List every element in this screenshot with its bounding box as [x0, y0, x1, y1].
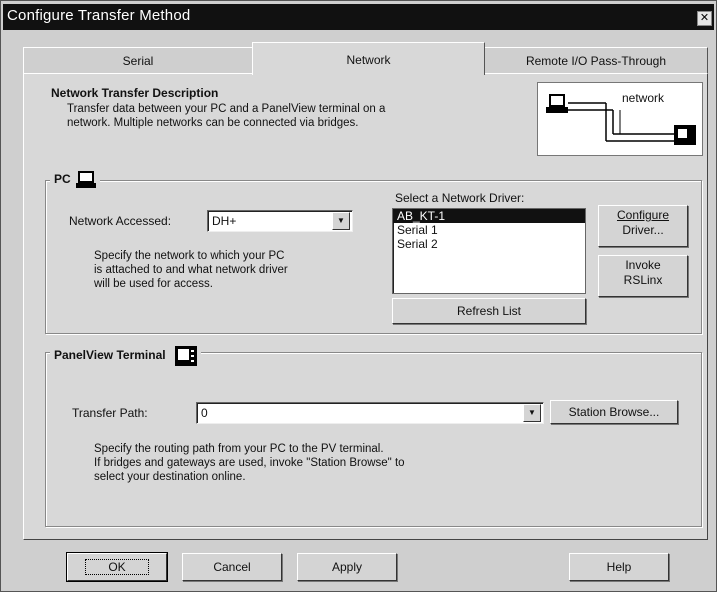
network-diagram: network: [537, 82, 703, 156]
transfer-path-input[interactable]: 0 ▼: [196, 402, 544, 424]
pc-legend-text: PC: [54, 172, 71, 187]
driver-list[interactable]: AB_KT-1 Serial 1 Serial 2: [392, 208, 586, 294]
invoke-rslinx-label-2: RSLinx: [623, 273, 663, 287]
terminal-legend: PanelView Terminal: [50, 346, 201, 366]
transfer-path-label: Transfer Path:: [72, 406, 148, 420]
ok-button[interactable]: OK: [66, 552, 168, 582]
refresh-list-button[interactable]: Refresh List: [392, 298, 586, 324]
dialog-window: Configure Transfer Method ✕ Serial Netwo…: [0, 0, 717, 592]
network-diagram-label: network: [622, 91, 665, 105]
terminal-help-line-2: If bridges and gateways are used, invoke…: [94, 457, 405, 469]
tab-serial[interactable]: Serial: [23, 47, 253, 74]
pc-help-line-1: Specify the network to which your PC: [94, 250, 285, 262]
terminal-group: [45, 352, 702, 527]
configure-driver-button[interactable]: Configure Driver...: [598, 205, 688, 247]
tab-serial-label: Serial: [122, 54, 154, 68]
invoke-rslinx-button[interactable]: Invoke RSLinx: [598, 255, 688, 297]
chevron-down-icon[interactable]: ▼: [332, 212, 350, 230]
title-bar[interactable]: Configure Transfer Method ✕: [3, 4, 714, 30]
network-accessed-value: DH+: [212, 214, 237, 228]
driver-list-item[interactable]: Serial 1: [393, 223, 585, 237]
tab-network-label: Network: [346, 53, 391, 67]
ok-button-label: OK: [85, 559, 149, 575]
driver-list-item[interactable]: AB_KT-1: [393, 209, 585, 223]
pc-legend: PC: [50, 171, 101, 189]
tab-network[interactable]: Network: [252, 42, 485, 75]
pc-help-line-3: will be used for access.: [94, 278, 213, 290]
configure-driver-label-1: Configure: [616, 208, 670, 222]
tab-remote-io[interactable]: Remote I/O Pass-Through: [484, 47, 708, 74]
invoke-rslinx-label-1: Invoke: [625, 258, 661, 272]
panelview-terminal-icon: [174, 346, 197, 366]
cancel-button[interactable]: Cancel: [182, 553, 282, 581]
tab-remote-io-label: Remote I/O Pass-Through: [525, 54, 667, 68]
terminal-legend-text: PanelView Terminal: [54, 348, 166, 363]
close-icon[interactable]: ✕: [697, 11, 712, 26]
station-browse-button[interactable]: Station Browse...: [550, 400, 678, 424]
transfer-path-value: 0: [201, 406, 208, 420]
terminal-help-line-1: Specify the routing path from your PC to…: [94, 443, 384, 455]
pc-icon: [76, 171, 97, 188]
help-button[interactable]: Help: [569, 553, 669, 581]
description-line-1: Transfer data between your PC and a Pane…: [67, 103, 386, 115]
window-title: Configure Transfer Method: [7, 7, 191, 24]
network-diagram-icon: [546, 94, 696, 145]
configure-driver-label-2: Driver...: [622, 223, 664, 237]
network-accessed-label: Network Accessed:: [69, 214, 172, 228]
driver-list-label: Select a Network Driver:: [395, 191, 525, 205]
network-tab-panel: Network Transfer Description Transfer da…: [23, 73, 708, 540]
description-heading: Network Transfer Description: [51, 86, 219, 100]
driver-list-item[interactable]: Serial 2: [393, 237, 585, 251]
chevron-down-icon[interactable]: ▼: [523, 404, 541, 422]
pc-help-line-2: is attached to and what network driver: [94, 264, 288, 276]
description-line-2: network. Multiple networks can be connec…: [67, 117, 359, 129]
network-accessed-select[interactable]: DH+ ▼: [207, 210, 353, 232]
apply-button[interactable]: Apply: [297, 553, 397, 581]
terminal-help-line-3: select your destination online.: [94, 471, 246, 483]
